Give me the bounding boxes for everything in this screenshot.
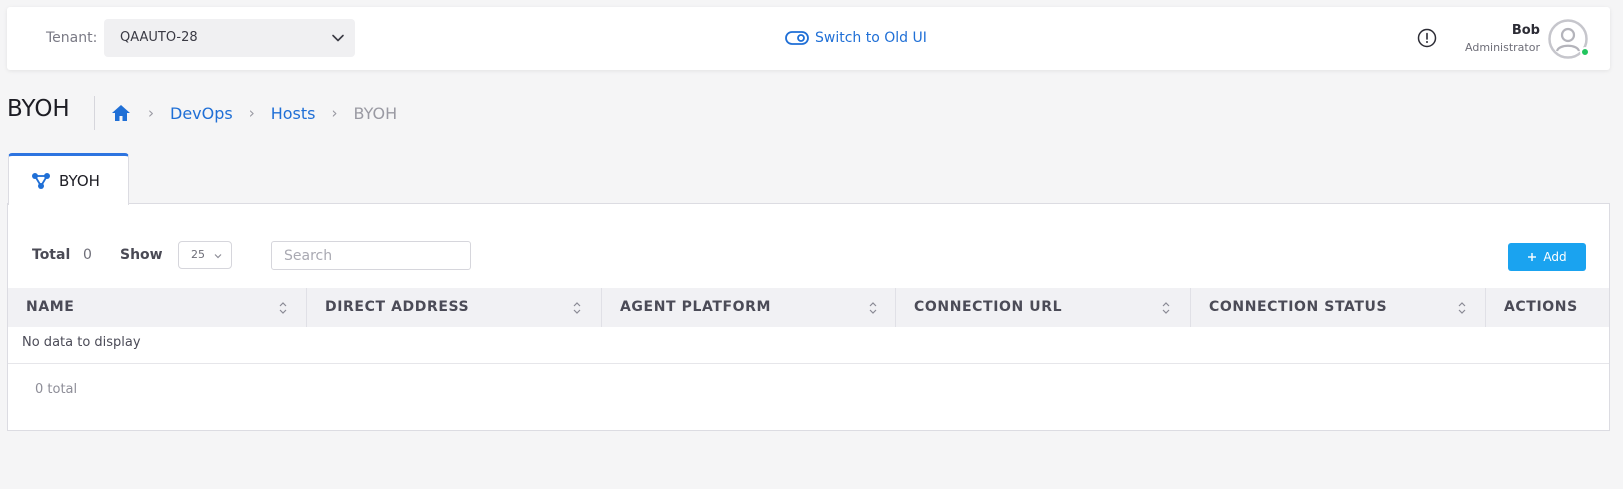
column-label: NAME xyxy=(26,299,75,315)
add-button-label: Add xyxy=(1543,250,1567,264)
sort-icon xyxy=(869,302,877,314)
tenant-label: Tenant: xyxy=(46,30,98,46)
chevron-down-icon xyxy=(214,254,222,259)
empty-table-message: No data to display xyxy=(22,335,141,350)
tab-label: BYOH xyxy=(59,171,100,190)
breadcrumb-separator: › xyxy=(148,104,154,122)
online-status-indicator xyxy=(1580,47,1590,57)
page-title: BYOH xyxy=(7,96,70,122)
show-label: Show xyxy=(120,247,163,263)
total-value: 0 xyxy=(83,247,92,263)
column-header-actions: ACTIONS xyxy=(1486,288,1609,327)
breadcrumb-separator: › xyxy=(331,104,338,122)
column-header-agent-platform[interactable]: AGENT PLATFORM xyxy=(602,288,895,327)
page-size-select[interactable]: 25 xyxy=(178,241,232,269)
breadcrumb-hosts[interactable]: Hosts xyxy=(271,104,316,123)
breadcrumb-current: BYOH xyxy=(353,103,398,123)
chevron-down-icon xyxy=(332,34,344,42)
column-label: AGENT PLATFORM xyxy=(620,299,772,315)
user-name: Bob xyxy=(1511,23,1540,38)
table-footer-total: 0 total xyxy=(35,382,78,397)
alert-circle-icon[interactable] xyxy=(1417,28,1437,48)
tab-byoh[interactable]: BYOH xyxy=(8,153,129,205)
search-input[interactable] xyxy=(271,241,471,270)
total-label: Total xyxy=(32,247,71,263)
sort-icon xyxy=(573,302,581,314)
sort-icon xyxy=(1162,302,1170,314)
column-header-connection-status[interactable]: CONNECTION STATUS xyxy=(1191,288,1485,327)
top-bar: Tenant: QAAUTO-28 Switch to Old UI Bob A… xyxy=(7,7,1610,70)
breadcrumb: › DevOps › Hosts › BYOH xyxy=(110,100,397,126)
byoh-panel: Total 0 Show 25 Add NAME DIRECT ADDRESS xyxy=(7,203,1610,431)
column-header-connection-url[interactable]: CONNECTION URL xyxy=(896,288,1190,327)
column-header-direct-address[interactable]: DIRECT ADDRESS xyxy=(307,288,601,327)
tenant-select[interactable]: QAAUTO-28 xyxy=(104,19,355,57)
column-label: CONNECTION URL xyxy=(914,299,1063,315)
nodes-icon xyxy=(32,172,50,189)
table-divider xyxy=(8,363,1609,364)
title-divider xyxy=(94,96,95,130)
plus-icon xyxy=(1528,253,1537,261)
column-label: CONNECTION STATUS xyxy=(1209,299,1388,315)
column-header-name[interactable]: NAME xyxy=(8,288,306,327)
table-header: NAME DIRECT ADDRESS AGENT PLATFORM CONNE… xyxy=(8,288,1609,327)
column-label: ACTIONS xyxy=(1504,299,1578,315)
tenant-value: QAAUTO-28 xyxy=(120,30,198,45)
add-button[interactable]: Add xyxy=(1508,243,1586,271)
breadcrumb-separator: › xyxy=(248,104,255,122)
page-size-value: 25 xyxy=(191,248,205,261)
switch-to-old-ui-link[interactable]: Switch to Old UI xyxy=(785,27,927,49)
user-role: Administrator xyxy=(1465,41,1540,54)
toggle-icon xyxy=(785,31,809,45)
switch-ui-label: Switch to Old UI xyxy=(815,30,927,46)
home-icon[interactable] xyxy=(110,102,132,124)
sort-icon xyxy=(279,302,287,314)
sort-icon xyxy=(1458,302,1466,314)
breadcrumb-devops[interactable]: DevOps xyxy=(170,104,233,123)
column-label: DIRECT ADDRESS xyxy=(325,299,470,315)
